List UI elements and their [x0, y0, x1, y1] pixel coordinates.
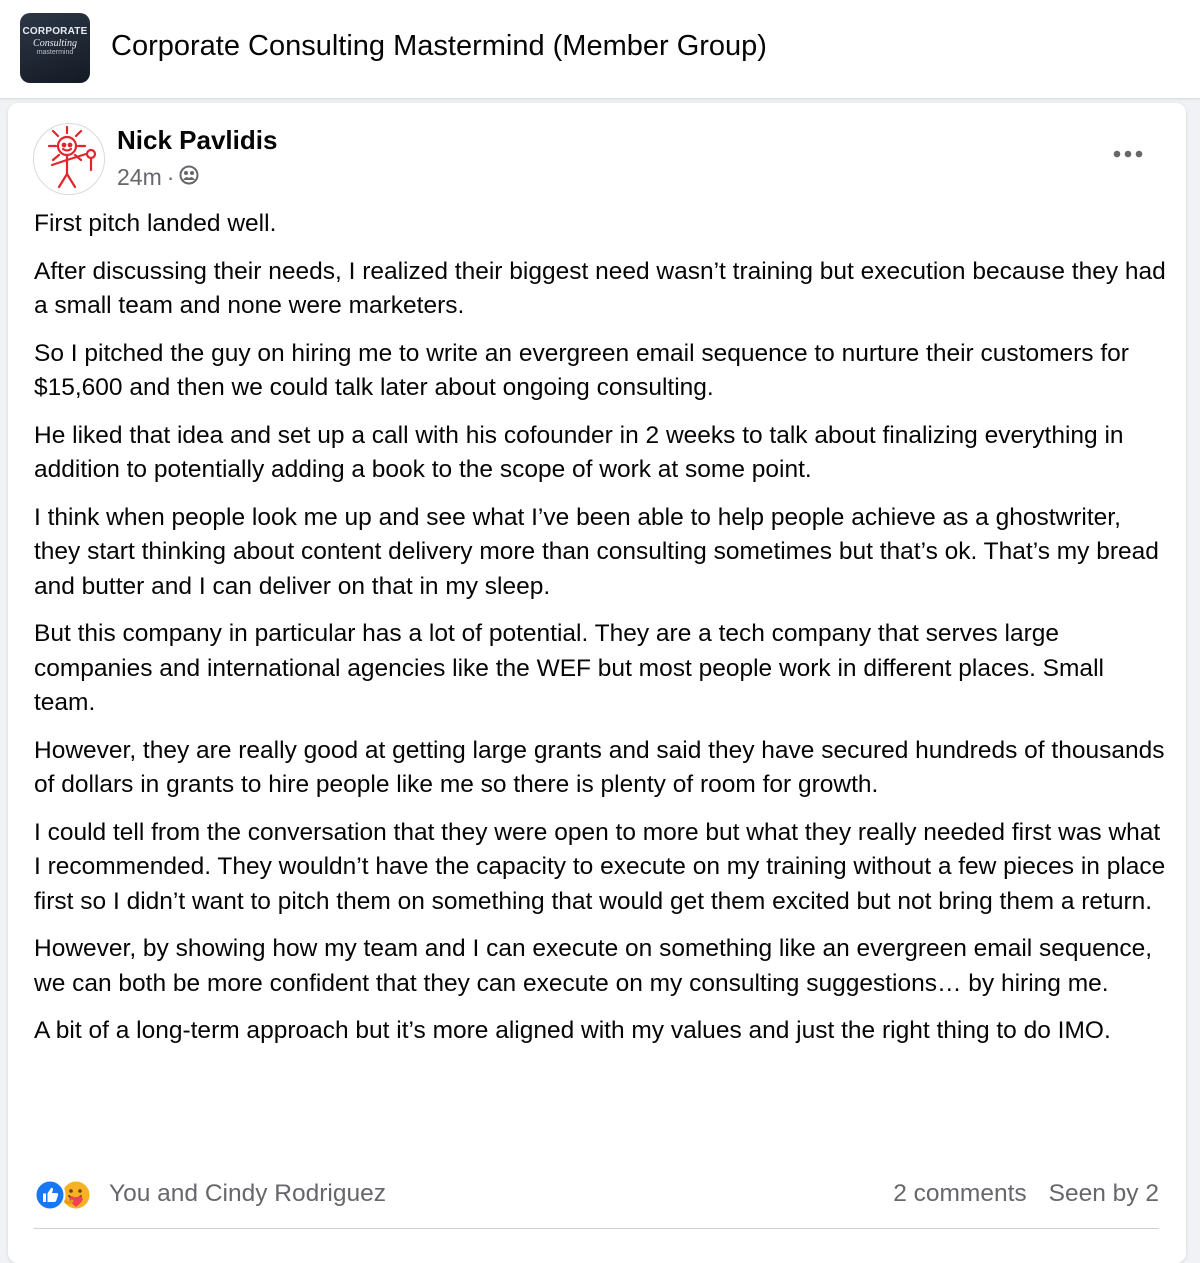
post-body: First pitch landed well. After discussin… [34, 207, 1169, 1062]
post-paragraph: So I pitched the guy on hiring me to wri… [34, 339, 1129, 402]
post-paragraph: I think when people look me up and see w… [34, 503, 1159, 600]
seen-by-link[interactable]: Seen by 2 [1049, 1180, 1159, 1208]
comments-count-link[interactable]: 2 comments [893, 1180, 1026, 1208]
group-title[interactable]: Corporate Consulting Mastermind (Member … [111, 30, 767, 63]
avatar-sketch-icon [47, 125, 97, 189]
like-icon [34, 1179, 66, 1211]
footer-divider [34, 1228, 1159, 1229]
meta-separator: · [166, 164, 175, 190]
post-paragraph: After discussing their needs, I realized… [34, 257, 1166, 320]
group-members-icon [179, 164, 199, 191]
post-paragraph: However, they are really good at getting… [34, 736, 1165, 799]
group-header: CORPORATE Consulting mastermind Corporat… [0, 0, 1200, 99]
group-logo-line-2: Consulting [33, 38, 77, 49]
more-dots-icon [1113, 150, 1143, 158]
post-meta: 24m · [117, 164, 199, 191]
post-paragraph: A bit of a long-term approach but it’s m… [34, 1017, 1111, 1044]
reactions-summary[interactable]: You and Cindy Rodriguez [34, 1177, 386, 1211]
post-paragraph: However, by showing how my team and I ca… [34, 935, 1153, 997]
group-logo-line-1: CORPORATE [22, 26, 88, 37]
more-options-button[interactable] [1108, 140, 1148, 168]
group-logo[interactable]: CORPORATE Consulting mastermind [20, 13, 90, 83]
author-name[interactable]: Nick Pavlidis [117, 125, 277, 156]
post-footer: You and Cindy Rodriguez 2 comments Seen … [34, 1173, 1159, 1215]
post-paragraph: He liked that idea and set up a call wit… [34, 421, 1124, 484]
post-time[interactable]: 24m [117, 164, 162, 191]
reaction-icons [34, 1177, 100, 1211]
post-paragraph: I could tell from the conversation that … [34, 818, 1166, 915]
group-logo-line-3: mastermind [36, 49, 74, 56]
post-stats: 2 comments Seen by 2 [893, 1180, 1159, 1208]
post-paragraph: But this company in particular has a lot… [34, 620, 1104, 716]
reactions-text: You and Cindy Rodriguez [109, 1180, 386, 1207]
avatar[interactable] [33, 123, 105, 195]
post-paragraph: First pitch landed well. [34, 210, 277, 237]
post-card: Nick Pavlidis 24m · First pitch landed w… [8, 103, 1186, 1263]
